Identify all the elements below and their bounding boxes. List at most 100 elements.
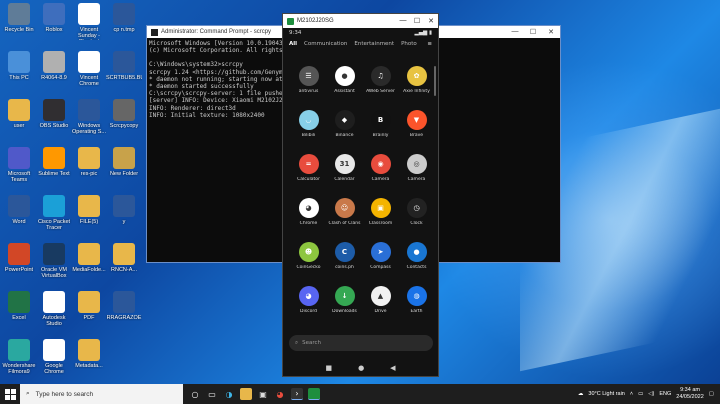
app-tile[interactable]: ◉ Camera — [363, 154, 398, 182]
weather-icon[interactable]: ☁ — [578, 391, 584, 397]
desktop-icon[interactable]: RNCN-A... — [106, 243, 142, 291]
app-tile[interactable]: = Calculator — [291, 154, 326, 182]
desktop-icon-label: Cisco Packet Tracer — [37, 219, 71, 231]
cortana-icon[interactable]: ○ — [189, 388, 201, 400]
volume-icon[interactable]: ◁) — [648, 391, 654, 397]
desktop-icon[interactable]: Sublime Text — [36, 147, 72, 195]
desktop-icon[interactable]: Recycle Bin — [1, 3, 37, 51]
app-tile[interactable]: 31 Calendar — [327, 154, 362, 182]
desktop-icon[interactable]: FILE(5) — [71, 195, 107, 243]
app-tile[interactable]: ● Contacts — [399, 242, 434, 270]
cmd-taskbar-icon[interactable]: › — [291, 388, 303, 400]
app-tile[interactable]: ➤ Compass — [363, 242, 398, 270]
start-button[interactable] — [0, 384, 20, 404]
desktop-icon[interactable]: PDF — [71, 291, 107, 339]
desktop-icon[interactable]: New Folder — [106, 147, 142, 195]
desktop-icon[interactable]: SCRTBUB5.BU — [106, 51, 142, 99]
menu-icon[interactable]: ≡ — [427, 41, 432, 47]
app-tile[interactable]: ◷ Clock — [399, 198, 434, 226]
language-indicator[interactable]: ENG — [659, 391, 671, 397]
desktop-icon[interactable]: Autodesk Studio — [36, 291, 72, 339]
notification-icon[interactable]: ▢ — [709, 391, 714, 397]
task-view-icon[interactable]: ▭ — [206, 388, 218, 400]
app-tile[interactable]: ▲ Drive — [363, 286, 398, 314]
desktop-icon[interactable]: y — [106, 195, 142, 243]
clock[interactable]: 9:34 am 24/05/2022 — [676, 387, 704, 401]
scrcpy-phone-window[interactable]: M2102J20SG — ☐ ✕ 9:34 ▂▄▆ ▮ All Communica… — [282, 13, 439, 377]
weather-text[interactable]: 30°C Light rain — [588, 391, 624, 397]
app-tile[interactable]: ◎ Camera — [399, 154, 434, 182]
app-tile[interactable]: Ccoins.ph — [327, 242, 362, 270]
file-explorer-icon[interactable] — [240, 388, 252, 400]
app-tile[interactable]: ◍ Earth — [399, 286, 434, 314]
app-icon — [43, 195, 65, 217]
app-tile[interactable]: ▼ Brave — [399, 110, 434, 138]
app-tile[interactable]: ◡ Bilibili — [291, 110, 326, 138]
desktop-icon[interactable]: Cisco Packet Tracer — [36, 195, 72, 243]
desktop-icon[interactable]: PowerPoint — [1, 243, 37, 291]
app-label: Chrome — [299, 221, 318, 226]
maximize-button[interactable]: ☐ — [410, 17, 424, 25]
desktop-icon[interactable]: user — [1, 99, 37, 147]
app-tile[interactable]: B Brainly — [363, 110, 398, 138]
home-button[interactable]: ● — [358, 364, 364, 372]
chevron-up-icon[interactable]: ˄ — [630, 391, 633, 397]
app-tile[interactable]: ☻ CoinGecko — [291, 242, 326, 270]
desktop-icon[interactable]: Roblox — [36, 3, 72, 51]
drawer-scrollbar[interactable] — [434, 66, 436, 96]
close-button[interactable]: ✕ — [424, 17, 438, 25]
close-button[interactable]: ✕ — [542, 28, 560, 36]
desktop-icon[interactable]: Vincent Chrome — [71, 51, 107, 99]
scrcpy-taskbar-icon[interactable] — [308, 388, 320, 400]
app-tile[interactable]: ↓ Downloads — [327, 286, 362, 314]
app-tile[interactable]: ▣ Classroom — [363, 198, 398, 226]
signal-battery-icon: ▂▄▆ ▮ — [414, 30, 432, 36]
minimize-button[interactable]: — — [506, 28, 524, 36]
tab-photo[interactable]: Photo — [401, 41, 417, 47]
desktop-icon[interactable]: Microsoft Teams — [1, 147, 37, 195]
minimize-button[interactable]: — — [396, 17, 410, 25]
app-label: antivirus — [298, 89, 319, 94]
desktop-icon[interactable]: MediaFolde... — [71, 243, 107, 291]
taskbar-search[interactable]: ⌕ Type here to search — [20, 384, 183, 404]
app-tile[interactable]: ☺ Clash of Clans — [327, 198, 362, 226]
desktop-icon[interactable]: Metadata... — [71, 339, 107, 387]
desktop-icon[interactable]: Scrcpycopy — [106, 99, 142, 147]
desktop-icon[interactable]: Excel — [1, 291, 37, 339]
app-tile[interactable]: ✿ Axie Infinity — [399, 66, 434, 94]
app-tile[interactable]: ◕ Chrome — [291, 198, 326, 226]
tab-all[interactable]: All — [289, 41, 297, 47]
app-search-bar[interactable]: ⌕ Search — [289, 335, 433, 351]
app-icon — [8, 243, 30, 265]
edge-icon[interactable]: ◑ — [223, 388, 235, 400]
back-button[interactable]: ◀ — [390, 364, 395, 372]
desktop-icon[interactable]: Windows Operating S... — [71, 99, 107, 147]
desktop-icon[interactable]: Oracle VM VirtualBox — [36, 243, 72, 291]
desktop-icon[interactable]: res-pic — [71, 147, 107, 195]
app-icon: ☻ — [298, 242, 319, 262]
tab-entertainment[interactable]: Entertainment — [354, 41, 394, 47]
app-tile[interactable]: ◆ Binance — [327, 110, 362, 138]
phone-title-bar[interactable]: M2102J20SG — ☐ ✕ — [283, 14, 438, 28]
desktop-icon[interactable]: This PC — [1, 51, 37, 99]
chrome-taskbar-icon[interactable]: ◕ — [274, 388, 286, 400]
tab-communication[interactable]: Communication — [304, 41, 347, 47]
app-icon — [8, 51, 30, 73]
app-tile[interactable]: ♫ AWeb Server — [363, 66, 398, 94]
recents-button[interactable]: ■ — [325, 364, 332, 372]
app-tile[interactable]: ☰ antivirus — [291, 66, 326, 94]
maximize-button[interactable]: ☐ — [524, 28, 542, 36]
app-tile[interactable]: ◕ Discord — [291, 286, 326, 314]
phone-status-bar: 9:34 ▂▄▆ ▮ — [283, 28, 438, 38]
store-icon[interactable]: ▣ — [257, 388, 269, 400]
desktop-icon[interactable]: RRAGRAZOE — [106, 291, 142, 339]
app-tile[interactable]: ● Assistant — [327, 66, 362, 94]
network-icon[interactable]: ▭ — [638, 391, 643, 397]
desktop-icon[interactable]: OBS Studio — [36, 99, 72, 147]
desktop-icon[interactable]: Word — [1, 195, 37, 243]
desktop-icon[interactable]: cp n.tmp — [106, 3, 142, 51]
desktop-icon[interactable]: Wondershare Filmora9 — [1, 339, 37, 387]
desktop-icon[interactable]: Google Chrome — [36, 339, 72, 387]
desktop-icon[interactable]: R4064-8.9 — [36, 51, 72, 99]
desktop-icon[interactable]: Vincent Sunday - Shortcut — [71, 3, 107, 51]
